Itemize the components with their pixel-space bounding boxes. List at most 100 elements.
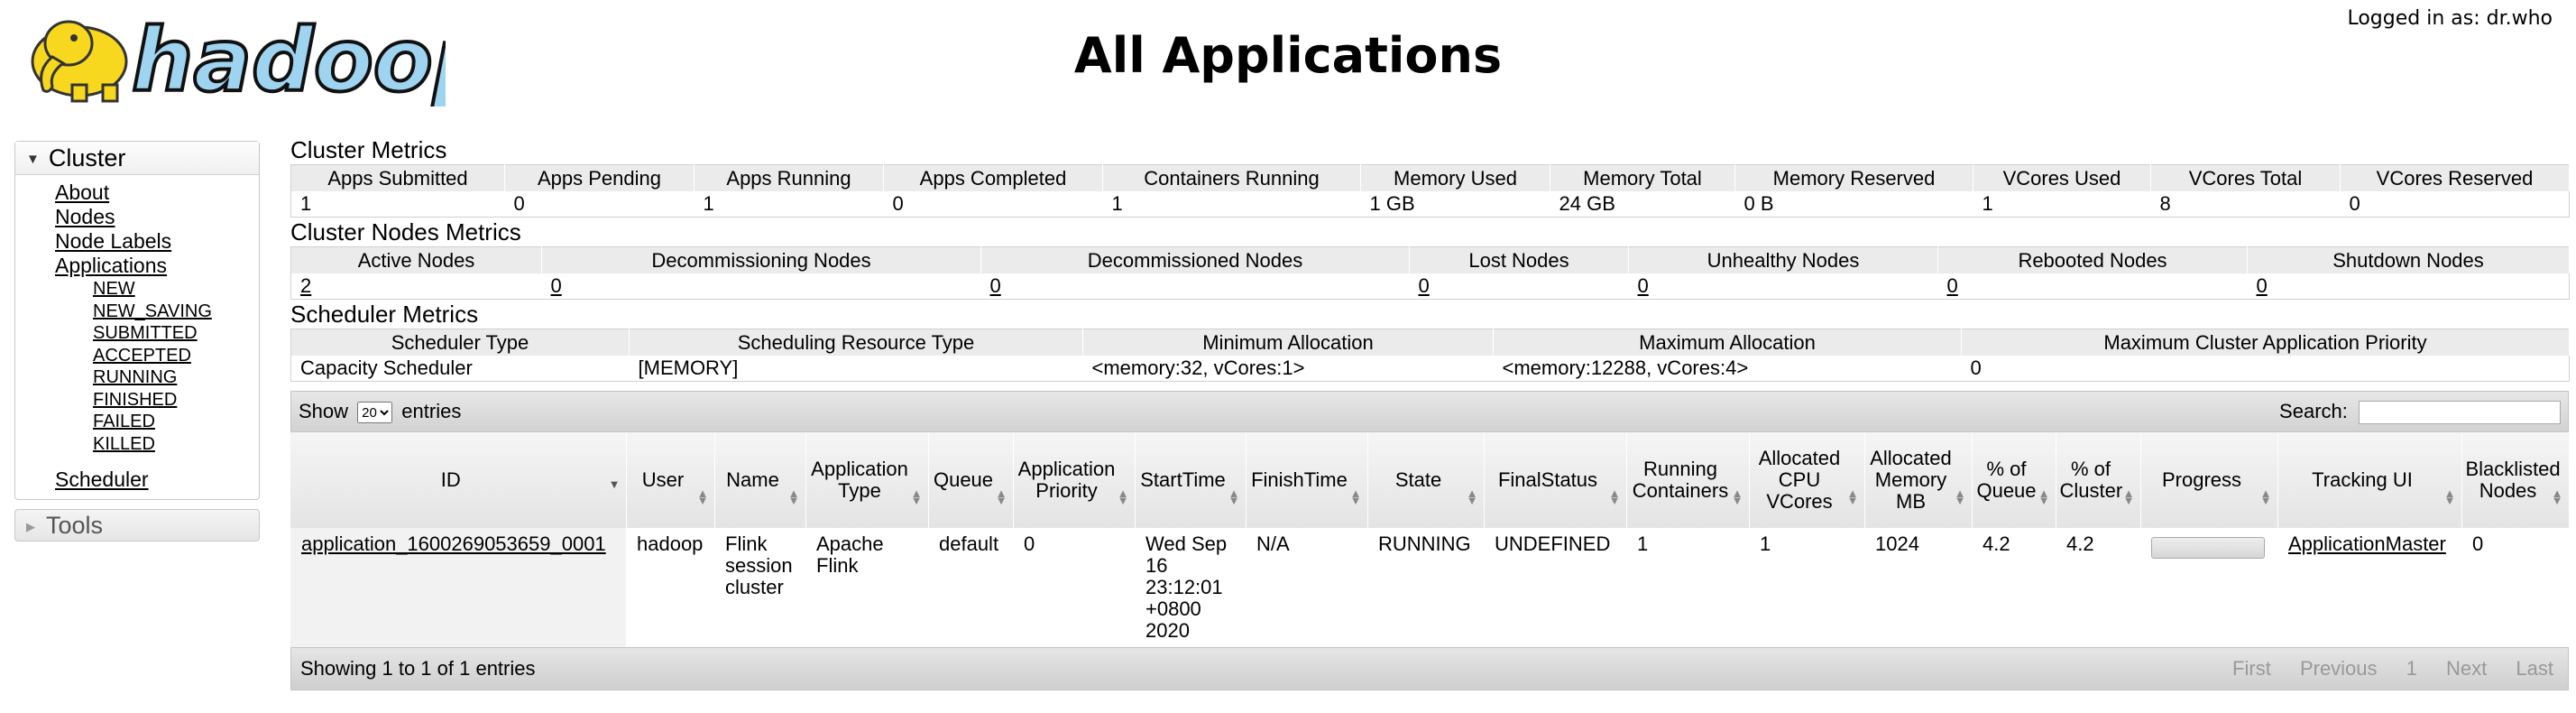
lost-nodes-link[interactable]: 0 <box>1410 273 1629 300</box>
state-link-running[interactable]: RUNNING <box>93 366 259 389</box>
decommissioning-nodes-link[interactable]: 0 <box>542 273 981 300</box>
state-link-failed[interactable]: FAILED <box>93 411 259 433</box>
cell-queue: default <box>939 532 999 555</box>
col-header-finish-time[interactable]: FinishTime ▲ ▼ <box>1246 432 1368 528</box>
tools-nav-header[interactable]: ▶ Tools <box>14 509 260 542</box>
col-header-user[interactable]: User ▲ ▼ <box>626 432 715 528</box>
metric-value: 0 B <box>1743 192 1774 215</box>
metric-header: Apps Running <box>694 164 884 191</box>
col-header-running-containers[interactable]: Running Containers ▲ ▼ <box>1626 432 1750 528</box>
col-header-pct-queue[interactable]: % of Queue ▲ ▼ <box>1972 432 2056 528</box>
pager-next[interactable]: Next <box>2446 657 2487 680</box>
cell-user: hadoop <box>637 532 704 555</box>
state-link-new[interactable]: NEW <box>93 278 259 301</box>
nav-node-labels-link[interactable]: Node Labels <box>55 229 259 254</box>
state-link-killed[interactable]: KILLED <box>93 433 259 456</box>
entries-label: entries <box>401 400 462 422</box>
sort-icon: ▲ ▼ <box>1117 486 1129 507</box>
cell-progress <box>2140 528 2277 647</box>
col-header-label: Running Containers <box>1632 458 1729 502</box>
state-link-submitted[interactable]: SUBMITTED <box>93 322 259 345</box>
cell-finish-time: N/A <box>1256 532 1290 555</box>
sort-icon: ▲ ▼ <box>1846 486 1859 507</box>
table-row: application_1600269053659_0001 hadoop Fl… <box>290 528 2569 647</box>
metric-header: VCores Total <box>2150 164 2341 191</box>
col-header-app-type[interactable]: Application Type ▲ ▼ <box>805 432 929 528</box>
col-header-label: Queue <box>933 468 994 491</box>
node-metric-header: Shutdown Nodes <box>2247 246 2570 273</box>
pager-last[interactable]: Last <box>2516 657 2553 680</box>
scheduler-metric-header: Scheduler Type <box>290 329 630 356</box>
nav-about-link[interactable]: About <box>55 181 259 205</box>
state-link-finished[interactable]: FINISHED <box>93 389 259 412</box>
pagination: First Previous 1 Next Last <box>2209 648 2553 690</box>
app-id-link[interactable]: application_1600269053659_0001 <box>301 532 606 555</box>
col-header-pct-cluster[interactable]: % of Cluster ▲ ▼ <box>2056 432 2141 528</box>
node-metrics-table: Active Nodes Decommissioning Nodes Decom… <box>290 246 2570 300</box>
col-header-final-status[interactable]: FinalStatus ▲ ▼ <box>1484 432 1627 528</box>
metric-value: 8 <box>2159 192 2171 215</box>
cluster-nav-box: ▼ Cluster About Nodes Node Labels Applica… <box>14 141 260 500</box>
decommissioned-nodes-link[interactable]: 0 <box>981 273 1410 300</box>
sort-desc-icon: ▼ <box>608 477 621 491</box>
sort-icon: ▲ ▼ <box>1466 486 1478 507</box>
col-header-label: % of Cluster <box>2059 458 2123 502</box>
col-header-label: User <box>641 468 685 491</box>
state-link-new-saving[interactable]: NEW_SAVING <box>93 301 259 323</box>
metric-header: Apps Completed <box>883 164 1103 191</box>
sort-icon: ▲ ▼ <box>1608 486 1621 507</box>
tools-nav-label: Tools <box>46 512 104 539</box>
metric-value: 1 <box>1111 192 1123 215</box>
col-header-memory-mb[interactable]: Allocated Memory MB ▲ ▼ <box>1864 432 1973 528</box>
scheduler-metric-value: <memory:12288, vCores:4> <box>1502 356 1749 379</box>
col-header-progress[interactable]: Progress ▲ ▼ <box>2140 432 2278 528</box>
col-header-blacklisted[interactable]: Blacklisted Nodes ▲ ▼ <box>2461 432 2570 528</box>
cluster-nav-header[interactable]: ▼ Cluster <box>15 142 259 175</box>
page-size-select[interactable]: 20 <box>357 402 393 424</box>
node-metric-header: Active Nodes <box>290 246 542 273</box>
scheduler-metric-value: [MEMORY] <box>638 356 739 379</box>
col-header-label: Progress <box>2161 468 2242 491</box>
col-header-name[interactable]: Name ▲ ▼ <box>714 432 806 528</box>
unhealthy-nodes-link[interactable]: 0 <box>1629 273 1938 300</box>
col-header-label: FinishTime <box>1251 468 1348 491</box>
shutdown-nodes-link[interactable]: 0 <box>2248 273 2570 300</box>
col-header-state[interactable]: State ▲ ▼ <box>1367 432 1485 528</box>
left-nav: ▼ Cluster About Nodes Node Labels Applica… <box>14 141 260 542</box>
cell-tracking-ui: ApplicationMaster <box>2277 528 2461 647</box>
sort-icon: ▲ ▼ <box>910 486 923 507</box>
col-header-start-time[interactable]: StartTime ▲ ▼ <box>1135 432 1247 528</box>
col-header-label: Application Type <box>811 458 908 502</box>
col-header-tracking-ui[interactable]: Tracking UI ▲ ▼ <box>2277 432 2462 528</box>
state-link-accepted[interactable]: ACCEPTED <box>93 345 259 367</box>
pager-first[interactable]: First <box>2232 657 2271 680</box>
metric-header: VCores Reserved <box>2340 164 2570 191</box>
nav-nodes-link[interactable]: Nodes <box>55 205 259 229</box>
cell-state: RUNNING <box>1378 532 1471 555</box>
apps-table-toolbar: Show 20 entries Search: <box>290 391 2569 432</box>
search-input[interactable] <box>2359 401 2561 425</box>
sort-icon: ▲ ▼ <box>1349 486 1362 507</box>
node-metric-header: Rebooted Nodes <box>1937 246 2248 273</box>
rebooted-nodes-link[interactable]: 0 <box>1938 273 2248 300</box>
col-header-label: Application Priority <box>1017 458 1116 502</box>
col-header-id[interactable]: ID ▼ <box>290 432 627 528</box>
cell-start-time: Wed Sep 16 23:12:01 +0800 2020 <box>1145 532 1228 642</box>
nav-applications-link[interactable]: Applications <box>55 254 259 278</box>
table-info: Showing 1 to 1 of 1 entries <box>300 657 536 680</box>
active-nodes-link[interactable]: 2 <box>291 273 542 300</box>
col-header-label: Name <box>726 468 779 491</box>
col-header-queue[interactable]: Queue ▲ ▼ <box>928 432 1014 528</box>
metric-value: 0 <box>513 192 525 215</box>
scheduler-metric-header: Scheduling Resource Type <box>629 329 1083 356</box>
cell-name: Flink session cluster <box>725 532 793 598</box>
pager-page-1[interactable]: 1 <box>2406 657 2417 680</box>
cell-priority: 0 <box>1024 532 1035 555</box>
col-header-cpu-vcores[interactable]: Allocated CPU VCores ▲ ▼ <box>1749 432 1865 528</box>
nav-scheduler-link[interactable]: Scheduler <box>55 468 259 492</box>
pager-previous[interactable]: Previous <box>2300 657 2378 680</box>
tracking-ui-link[interactable]: ApplicationMaster <box>2288 532 2446 555</box>
cell-cpu-vcores: 1 <box>1760 532 1771 555</box>
col-header-priority[interactable]: Application Priority ▲ ▼ <box>1013 432 1136 528</box>
cell-memory-mb: 1024 <box>1875 532 1919 555</box>
